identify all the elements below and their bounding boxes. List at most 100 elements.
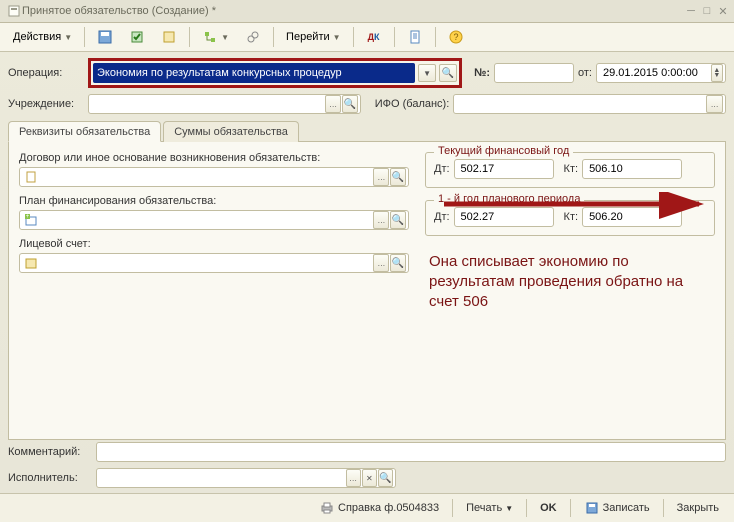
cur-dt-field[interactable] [454,159,554,179]
ok-button[interactable]: OK [531,497,566,519]
cur-kt-field[interactable] [582,159,682,179]
operation-highlight: Экономия по результатам конкурсных проце… [88,58,462,88]
save-label: Записать [603,502,650,514]
tab-strip: Реквизиты обязательства Суммы обязательс… [8,120,726,142]
app-icon [6,3,22,19]
date-input[interactable] [601,66,710,80]
cur-dt-label: Дт: [434,163,450,175]
executor-search[interactable]: 🔍 [378,469,393,487]
operation-field[interactable]: Экономия по результатам конкурсных проце… [93,63,415,83]
dtkt-icon: ДК [366,29,382,45]
goto-menu[interactable]: Перейти ▼ [279,25,348,49]
ifo-picker[interactable]: … [706,95,723,113]
close-button[interactable]: Закрыть [668,497,728,519]
goto-label: Перейти [286,31,330,43]
minimize-button[interactable]: ─ [684,5,698,17]
contract-label: Договор или иное основание возникновения… [19,152,409,164]
account-icon [24,255,38,271]
chevron-down-icon: ▼ [333,33,341,42]
actions-menu[interactable]: Действия ▼ [6,25,79,49]
operation-value: Экономия по результатам конкурсных проце… [97,67,342,79]
footer-fields: Комментарий: Исполнитель: … ✕ 🔍 [8,442,726,488]
account-search[interactable]: 🔍 [390,254,406,272]
chevron-down-icon: ▼ [221,33,229,42]
ifo-input[interactable] [458,97,705,111]
institution-picker[interactable]: … [325,95,341,113]
executor-input[interactable] [101,471,345,485]
account-input[interactable] [40,256,372,270]
cur-dt-input[interactable] [459,162,551,176]
plan-input[interactable] [40,213,372,227]
help-button[interactable]: ? [441,25,471,49]
executor-label: Исполнитель: [8,472,92,484]
operation-label: Операция: [8,67,84,79]
date-stepper[interactable]: ▲▼ [711,64,723,82]
svg-text:+: + [26,214,30,220]
annotation-arrow [439,192,719,222]
tab-pane: Договор или иное основание возникновения… [8,142,726,440]
link-button[interactable] [238,25,268,49]
document-icon [407,29,423,45]
annotation-text: Она списывает экономию по результатам пр… [429,252,709,312]
cur-kt-input[interactable] [587,162,679,176]
maximize-button[interactable]: □ [700,5,714,17]
report-button[interactable] [400,25,430,49]
toolbar: Действия ▼ ▼ Перейти ▼ ДК ? [0,23,734,52]
plan-search[interactable]: 🔍 [390,211,406,229]
chevron-down-icon: ▼ [64,33,72,42]
table-add-icon: + [24,212,38,228]
disk-icon [584,500,600,516]
tree-icon [202,29,218,45]
operation-search-button[interactable]: 🔍 [439,64,457,82]
account-field[interactable]: … 🔍 [19,253,409,273]
close-window-button[interactable]: ✕ [716,5,730,17]
executor-field[interactable]: … ✕ 🔍 [96,468,396,488]
svg-text:?: ? [453,32,458,42]
dtkt-button[interactable]: ДК [359,25,389,49]
print-label: Печать [466,502,502,514]
institution-input[interactable] [93,97,324,111]
cur-kt-label: Кт: [564,163,579,175]
printer-icon [319,500,335,516]
institution-search[interactable]: 🔍 [342,95,358,113]
number-label: №: [474,67,490,79]
tab-requisites[interactable]: Реквизиты обязательства [8,121,161,142]
account-label: Лицевой счет: [19,238,409,250]
save-button[interactable]: Записать [575,497,659,519]
account-picker[interactable]: … [373,254,389,272]
contract-input[interactable] [40,170,372,184]
comment-label: Комментарий: [8,446,92,458]
current-year-legend: Текущий финансовый год [434,145,573,157]
chevron-down-icon: ▼ [505,504,513,513]
number-input[interactable] [499,66,571,80]
operation-dropdown-button[interactable]: ▼ [418,64,436,82]
contract-search[interactable]: 🔍 [390,168,406,186]
institution-field[interactable]: … 🔍 [88,94,361,114]
date-from-label: от: [578,67,592,79]
document-icon [24,169,38,185]
app-window: Принятое обязательство (Создание) * ─ □ … [0,0,734,522]
executor-picker[interactable]: … [346,469,361,487]
post-close-button[interactable] [122,25,152,49]
comment-field[interactable] [96,442,726,462]
reread-button[interactable] [154,25,184,49]
disk-icon [97,29,113,45]
executor-clear[interactable]: ✕ [362,469,377,487]
contract-field[interactable]: … 🔍 [19,167,409,187]
ifo-label: ИФО (баланс): [375,98,450,110]
print-button[interactable]: Печать ▼ [457,497,522,519]
number-field[interactable] [494,63,574,83]
tab-sums[interactable]: Суммы обязательства [163,121,299,142]
structure-button[interactable]: ▼ [195,25,236,49]
post-button[interactable] [90,25,120,49]
date-field[interactable]: ▲▼ [596,63,726,83]
print-form-button[interactable]: Справка ф.0504833 [310,497,448,519]
plan-picker[interactable]: … [373,211,389,229]
status-bar: Справка ф.0504833 Печать ▼ OK Записать З… [0,493,734,522]
contract-picker[interactable]: … [373,168,389,186]
help-icon: ? [448,29,464,45]
comment-input[interactable] [101,445,723,459]
plan-field[interactable]: + … 🔍 [19,210,409,230]
ifo-field[interactable]: … [453,94,726,114]
titlebar: Принятое обязательство (Создание) * ─ □ … [0,0,734,23]
